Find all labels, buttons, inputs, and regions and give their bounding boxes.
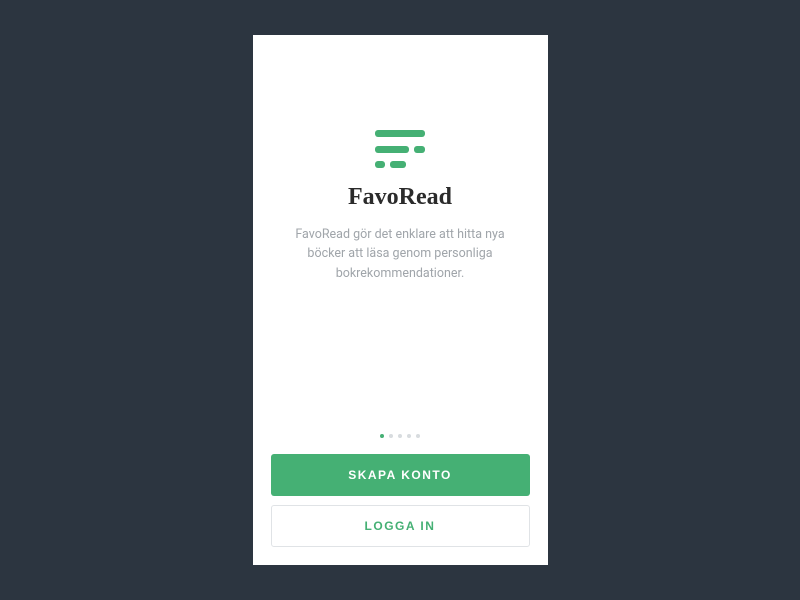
app-logo-icon <box>375 130 425 168</box>
pagination-dot[interactable] <box>398 434 402 438</box>
app-title: FavoRead <box>348 184 452 211</box>
content-area: FavoRead FavoRead gör det enklare att hi… <box>271 55 530 434</box>
pagination-dot[interactable] <box>416 434 420 438</box>
onboarding-screen: FavoRead FavoRead gör det enklare att hi… <box>253 35 548 565</box>
pagination-dots <box>271 434 530 438</box>
login-button[interactable]: LOGGA IN <box>271 505 530 547</box>
pagination-dot[interactable] <box>407 434 411 438</box>
app-description: FavoRead gör det enklare att hitta nya b… <box>290 225 510 283</box>
create-account-button[interactable]: SKAPA KONTO <box>271 454 530 496</box>
pagination-dot[interactable] <box>380 434 384 438</box>
button-area: SKAPA KONTO LOGGA IN <box>271 454 530 547</box>
pagination-dot[interactable] <box>389 434 393 438</box>
